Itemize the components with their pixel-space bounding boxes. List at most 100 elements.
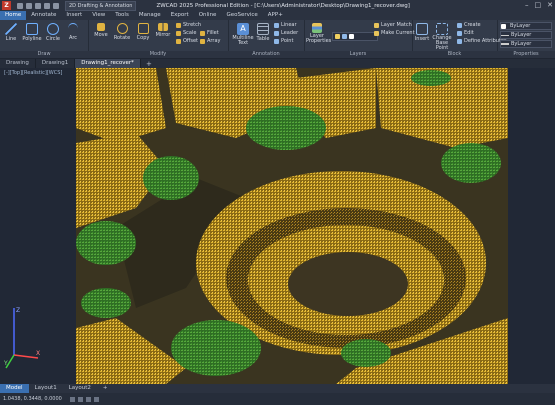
tab-home[interactable]: Home [0,11,27,20]
move-tool[interactable]: Move [92,23,110,38]
create-block-tool[interactable]: Create [457,22,481,28]
linetype-dropdown[interactable]: ByLayer [500,31,552,39]
make-current-tool[interactable]: Make Current [374,30,415,36]
grid-icon[interactable] [77,396,83,402]
redo-icon[interactable] [53,2,59,9]
linetype-value: ByLayer [511,32,532,38]
mirror-tool[interactable]: Mirror [153,23,173,38]
layers-panel-title[interactable]: Layers [304,51,412,58]
scale-label: Scale [183,30,197,36]
draw-panel-title[interactable]: Draw [0,51,88,58]
array-icon [200,38,205,44]
add-tab-icon[interactable]: + [141,60,157,68]
fillet-tool[interactable]: Fillet [200,30,219,36]
tab-manage[interactable]: Manage [134,11,166,20]
tab-tools[interactable]: Tools [110,11,134,20]
minimize-button[interactable]: – [525,1,529,9]
block-panel-title[interactable]: Block [412,51,497,58]
stretch-tool[interactable]: Stretch [176,22,201,28]
create-block-icon [457,22,462,28]
tab-geoservice[interactable]: GeoService [221,11,262,20]
linear-label: Linear [281,22,297,28]
doc-tab-drawing1-recover[interactable]: Drawing1_recover* [75,59,141,68]
point-icon [274,38,279,44]
offset-tool[interactable]: Offset [176,38,198,44]
color-swatch-icon [501,23,506,29]
point-tool[interactable]: Point [274,38,293,44]
annotation-panel-title[interactable]: Annotation [228,51,304,58]
point-cloud-model[interactable] [76,68,508,384]
annotation-panel: A Multiline Text Table Linear Leader Poin… [228,20,305,58]
tab-model[interactable]: Model [0,384,29,393]
ortho-icon[interactable] [85,396,91,402]
tab-layout2[interactable]: Layout2 [63,384,97,393]
doc-tab-drawing1[interactable]: Drawing1 [36,59,76,68]
offset-icon [176,38,181,44]
tab-view[interactable]: View [87,11,110,20]
linear-tool[interactable]: Linear [274,22,297,28]
color-dropdown[interactable]: ByLayer [500,22,552,30]
lineweight-icon [501,43,509,45]
rotate-tool[interactable]: Rotate [112,23,132,41]
tab-insert[interactable]: Insert [61,11,87,20]
circle-label: Circle [45,36,61,42]
app-logo[interactable]: Z [2,1,11,10]
copy-tool[interactable]: Copy [134,23,152,41]
undo-icon[interactable] [44,2,50,9]
doc-tab-drawing[interactable]: Drawing [0,59,36,68]
new-icon[interactable] [17,2,23,9]
polyline-tool[interactable]: Polyline [22,23,42,42]
scale-tool[interactable]: Scale [176,30,196,36]
modify-panel: Move Rotate Copy Mirror Stretch Scale Of… [88,20,229,58]
make-current-icon [374,30,379,36]
table-icon [257,23,269,35]
document-tab-bar: Drawing Drawing1 Drawing1_recover* + [0,59,555,68]
layer-match-tool[interactable]: Layer Match [374,22,412,28]
tree-cluster [341,339,391,367]
snap-icon[interactable] [69,396,75,402]
move-label: Move [94,32,108,38]
edit-block-tool[interactable]: Edit [457,30,474,36]
properties-panel-title[interactable]: Properties [497,51,555,58]
table-tool[interactable]: Table [256,23,270,42]
drawing-viewport[interactable]: [-][Top][Realistic][WCS] Z X Y [0,68,555,384]
insert-block-tool[interactable]: Insert [414,23,430,42]
leader-tool[interactable]: Leader [274,30,298,36]
multiline-text-tool[interactable]: A Multiline Text [231,23,255,46]
tab-annotate[interactable]: Annotate [26,11,61,20]
workspace-select[interactable]: 2D Drafting & Annotation [65,0,137,11]
layer-dropdown[interactable] [332,32,378,41]
open-icon[interactable] [26,2,32,9]
polar-icon[interactable] [93,396,99,402]
rotate-icon [116,23,128,34]
save-icon[interactable] [35,2,41,9]
viewport-controls-label[interactable]: [-][Top][Realistic][WCS] [4,70,62,76]
polyline-label: Polyline [22,36,42,42]
coordinate-readout: 1.0438, 0.3448, 0.0000 [3,396,62,402]
layer-match-icon [374,22,379,28]
layer-properties-tool[interactable]: Layer Properties [306,23,331,44]
change-base-point-tool[interactable]: Change Base Point [430,23,454,51]
add-layout-icon[interactable]: + [97,384,114,393]
arc-tool[interactable]: Arc [64,23,82,41]
bulb-icon [335,34,340,39]
modify-panel-title[interactable]: Modify [88,51,228,58]
status-toggles [69,396,99,402]
create-label: Create [464,22,481,28]
circle-tool[interactable]: Circle [44,23,62,42]
tab-layout1[interactable]: Layout1 [29,384,63,393]
stretch-label: Stretch [183,22,202,28]
tab-app-plus[interactable]: APP+ [263,11,288,20]
multiline-text-label: Multiline Text [232,35,254,46]
line-tool[interactable]: Line [2,23,20,42]
tab-export[interactable]: Export [166,11,194,20]
insert-label: Insert [414,36,430,42]
edit-label: Edit [464,30,474,36]
maximize-button[interactable]: □ [535,1,542,9]
close-button[interactable]: ✕ [547,1,553,9]
scale-icon [176,30,181,36]
lineweight-dropdown[interactable]: ByLayer [500,40,552,48]
array-tool[interactable]: Array [200,38,220,44]
ribbon-tab-bar: Home Annotate Insert View Tools Manage E… [0,11,555,20]
tab-online[interactable]: Online [194,11,222,20]
